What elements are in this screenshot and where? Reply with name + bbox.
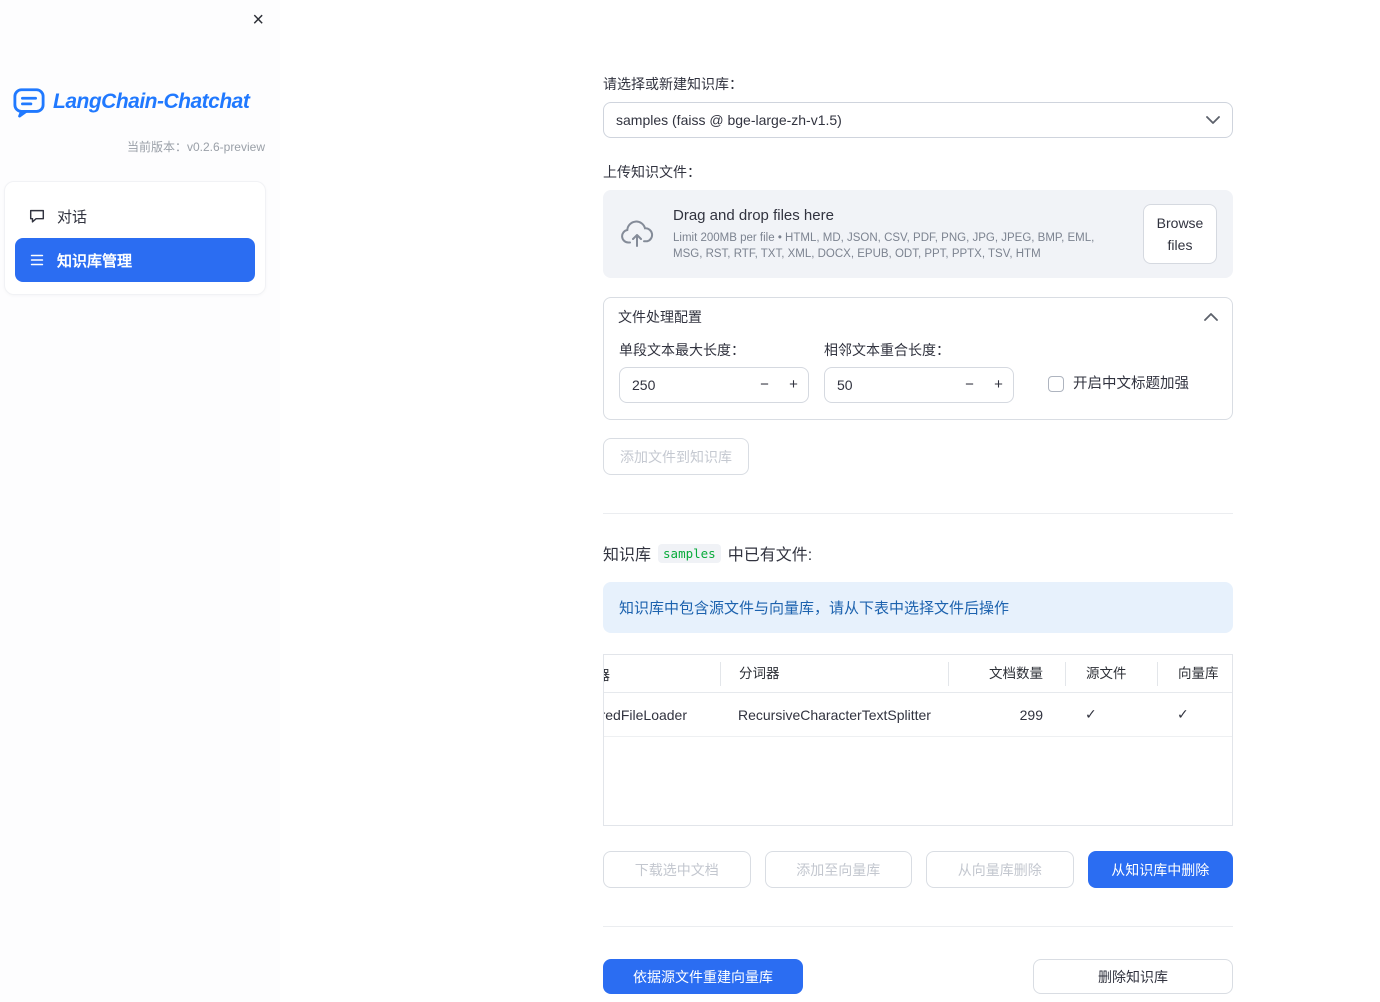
delete-from-vector-store-button[interactable]: 从向量库删除 bbox=[926, 851, 1074, 888]
sidebar-close-button[interactable]: × bbox=[248, 6, 268, 34]
zh-title-enhance-checkbox-row[interactable]: 开启中文标题加强 bbox=[1048, 374, 1189, 394]
close-icon: × bbox=[252, 9, 264, 31]
add-to-vector-store-button[interactable]: 添加至向量库 bbox=[764, 851, 912, 888]
kb-select[interactable]: samples (faiss @ bge-large-zh-v1.5) bbox=[603, 102, 1233, 138]
dropzone-limits: Limit 200MB per file • HTML, MD, JSON, C… bbox=[673, 231, 1095, 260]
increment-button[interactable]: + bbox=[984, 368, 1013, 402]
main-content: 请选择或新建知识库： samples (faiss @ bge-large-zh… bbox=[280, 0, 1380, 1002]
cell-splitter: RecursiveCharacterTextSplitter bbox=[738, 706, 931, 723]
checkbox-label: 开启中文标题加强 bbox=[1073, 376, 1189, 392]
list-lines-icon bbox=[28, 251, 46, 269]
divider bbox=[603, 513, 1233, 514]
overlap-field: 相邻文本重合长度： 50 − + bbox=[824, 340, 1014, 403]
sidebar-item-label: 知识库管理 bbox=[57, 252, 133, 270]
overlap-label: 相邻文本重合长度： bbox=[824, 342, 950, 358]
column-header-loader[interactable]: 加载器 bbox=[604, 664, 720, 684]
cell-vector-store-check: ✓ bbox=[1177, 706, 1189, 722]
chevron-down-icon bbox=[1206, 116, 1220, 124]
cell-source-file-check: ✓ bbox=[1085, 706, 1097, 722]
add-files-to-kb-button[interactable]: 添加文件到知识库 bbox=[603, 438, 749, 475]
max-length-value[interactable]: 250 bbox=[620, 368, 750, 402]
browse-files-button[interactable]: Browse files bbox=[1143, 204, 1217, 264]
kb-management-buttons: 依据源文件重建向量库 删除知识库 bbox=[603, 959, 1233, 994]
checkbox[interactable] bbox=[1048, 376, 1064, 392]
overlap-stepper[interactable]: 50 − + bbox=[824, 367, 1014, 403]
kb-select-value: samples (faiss @ bge-large-zh-v1.5) bbox=[616, 112, 842, 128]
kb-select-label: 请选择或新建知识库： bbox=[603, 76, 743, 92]
chat-bubble-icon bbox=[28, 207, 46, 225]
column-header-doc-count[interactable]: 文档数量 bbox=[948, 661, 1065, 686]
cloud-upload-icon bbox=[619, 220, 655, 248]
overlap-value[interactable]: 50 bbox=[825, 368, 955, 402]
sidebar-item-dialogue[interactable]: 对话 bbox=[15, 194, 255, 238]
kb-files-suffix: 中已有文件: bbox=[727, 547, 813, 564]
kb-files-prefix: 知识库 bbox=[603, 547, 652, 564]
delete-kb-button[interactable]: 删除知识库 bbox=[1033, 959, 1233, 994]
file-dropzone[interactable]: Drag and drop files here Limit 200MB per… bbox=[603, 190, 1233, 278]
delete-from-kb-button[interactable]: 从知识库中删除 bbox=[1087, 851, 1233, 888]
decrement-button[interactable]: − bbox=[955, 368, 984, 402]
dropzone-title: Drag and drop files here bbox=[673, 206, 834, 224]
divider bbox=[603, 926, 1233, 927]
sidebar-item-label: 对话 bbox=[57, 208, 88, 226]
table-header-row: 加载器 分词器 文档数量 源文件 向量库 bbox=[604, 655, 1232, 693]
column-header-source-file[interactable]: 源文件 bbox=[1065, 661, 1157, 686]
file-config-expander: 文件处理配置 单段文本最大长度： 250 − + 相邻文本重合长度： 50 − … bbox=[603, 297, 1233, 420]
sidebar: × LangChain-Chatchat 当前版本：v0.2.6-preview… bbox=[0, 0, 280, 1002]
chat-logo-icon bbox=[12, 86, 46, 118]
version-label: 当前版本：v0.2.6-preview bbox=[126, 140, 265, 154]
max-length-stepper[interactable]: 250 − + bbox=[619, 367, 809, 403]
kb-files-heading: 知识库 samples 中已有文件: bbox=[603, 541, 1233, 565]
kb-name-code: samples bbox=[658, 543, 721, 563]
max-length-label: 单段文本最大长度： bbox=[619, 342, 745, 358]
table-row[interactable]: UnstructuredFileLoader RecursiveCharacte… bbox=[604, 693, 1232, 737]
app-logo: LangChain-Chatchat bbox=[12, 86, 280, 118]
upload-label: 上传知识文件： bbox=[603, 164, 701, 180]
download-selected-button[interactable]: 下载选中文档 bbox=[603, 851, 751, 888]
decrement-button[interactable]: − bbox=[750, 368, 779, 402]
sidebar-item-knowledge-base[interactable]: 知识库管理 bbox=[15, 238, 255, 282]
column-header-splitter[interactable]: 分词器 bbox=[720, 661, 948, 686]
kb-files-table[interactable]: 加载器 分词器 文档数量 源文件 向量库 UnstructuredFileLoa… bbox=[603, 654, 1233, 826]
cell-doc-count: 299 bbox=[1019, 706, 1043, 723]
increment-button[interactable]: + bbox=[779, 368, 808, 402]
expander-title: 文件处理配置 bbox=[618, 309, 702, 325]
expander-header[interactable]: 文件处理配置 bbox=[604, 298, 1232, 336]
rebuild-vector-store-button[interactable]: 依据源文件重建向量库 bbox=[603, 959, 803, 994]
column-header-vector-store[interactable]: 向量库 bbox=[1157, 661, 1232, 686]
app-logo-text: LangChain-Chatchat bbox=[53, 90, 250, 113]
info-banner: 知识库中包含源文件与向量库，请从下表中选择文件后操作 bbox=[603, 582, 1233, 633]
cell-loader: UnstructuredFileLoader bbox=[604, 706, 687, 723]
chevron-up-icon bbox=[1204, 313, 1218, 321]
file-action-buttons: 下载选中文档 添加至向量库 从向量库删除 从知识库中删除 bbox=[603, 851, 1233, 888]
sidebar-menu: 对话 知识库管理 bbox=[4, 181, 266, 295]
max-length-field: 单段文本最大长度： 250 − + bbox=[619, 340, 809, 403]
